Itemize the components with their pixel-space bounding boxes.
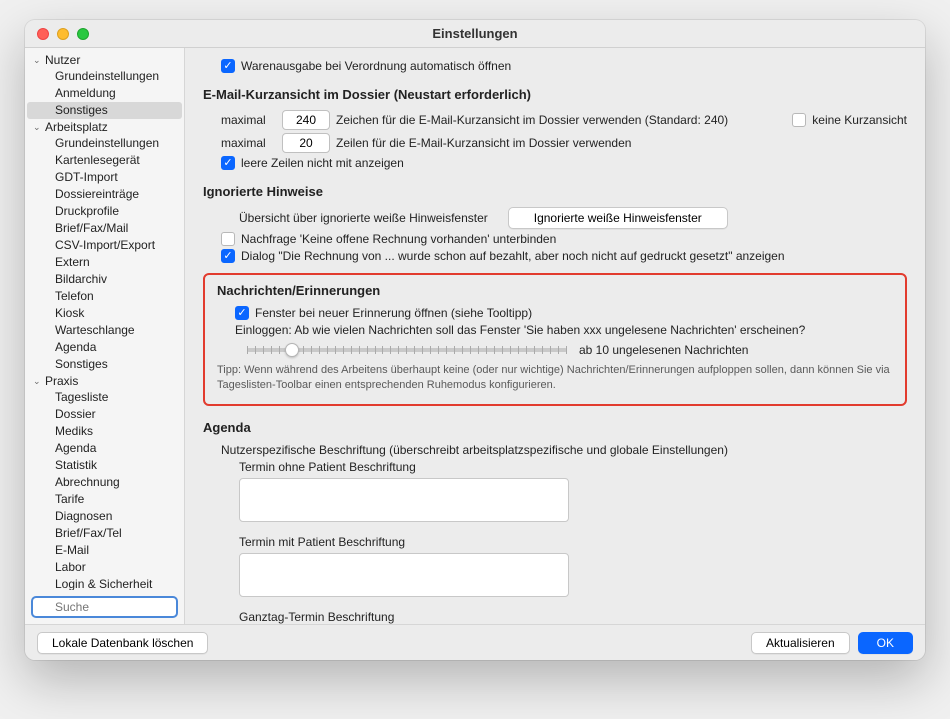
- label-warenausgabe: Warenausgabe bei Verordnung automatisch …: [241, 59, 511, 73]
- checkbox-no-shortview[interactable]: [792, 113, 806, 127]
- label-maximal: maximal: [221, 113, 276, 127]
- button-update[interactable]: Aktualisieren: [751, 632, 850, 654]
- label-ganztag: Ganztag-Termin Beschriftung: [239, 610, 907, 624]
- label-no-shortview: keine Kurzansicht: [812, 113, 907, 127]
- label-slider-value: ab 10 ungelesenen Nachrichten: [579, 343, 748, 357]
- button-delete-local-db[interactable]: Lokale Datenbank löschen: [37, 632, 208, 654]
- sidebar-item[interactable]: Labor: [27, 559, 182, 576]
- button-ignored-windows[interactable]: Ignorierte weiße Hinweisfenster: [508, 207, 728, 229]
- chevron-down-icon: ⌄: [33, 122, 43, 133]
- sidebar-item[interactable]: Dossiereinträge: [27, 186, 182, 203]
- label-maximal2: maximal: [221, 136, 276, 150]
- checkbox-fenster-neu[interactable]: [235, 306, 249, 320]
- sidebar-item[interactable]: Brief/Fax/Tel: [27, 525, 182, 542]
- button-ok[interactable]: OK: [858, 632, 913, 654]
- sidebar-item[interactable]: Grundeinstellungen: [27, 68, 182, 85]
- sidebar-group-label: Nutzer: [45, 53, 80, 67]
- content-pane: Warenausgabe bei Verordnung automatisch …: [185, 48, 925, 624]
- label-fenster-neu: Fenster bei neuer Erinnerung öffnen (sie…: [255, 306, 532, 320]
- hint-ruhemodus: Tipp: Wenn während des Arbeitens überhau…: [217, 363, 893, 394]
- section-nachrichten: Nachrichten/Erinnerungen: [217, 283, 893, 298]
- label-empty-lines: leere Zeilen nicht mit anzeigen: [241, 156, 404, 170]
- sidebar-item[interactable]: Druckprofile: [27, 203, 182, 220]
- sidebar-group-nutzer[interactable]: ⌄ Nutzer: [25, 52, 184, 68]
- checkbox-nachfrage[interactable]: [221, 232, 235, 246]
- zoom-icon[interactable]: [77, 28, 89, 40]
- search-input[interactable]: [31, 596, 178, 618]
- sidebar-group-label: Arbeitsplatz: [45, 120, 108, 134]
- footer: Lokale Datenbank löschen Aktualisieren O…: [25, 624, 925, 660]
- sidebar-item[interactable]: Brief/Fax/Mail: [27, 220, 182, 237]
- sidebar-item[interactable]: Login & Sicherheit: [27, 576, 182, 590]
- close-icon[interactable]: [37, 28, 49, 40]
- sidebar-item[interactable]: Sonstiges: [27, 356, 182, 373]
- sidebar-item[interactable]: Statistik: [27, 457, 182, 474]
- section-email: E-Mail-Kurzansicht im Dossier (Neustart …: [203, 87, 907, 102]
- sidebar-item[interactable]: Abrechnung: [27, 474, 182, 491]
- sidebar: ⌄ Nutzer Grundeinstellungen Anmeldung So…: [25, 48, 185, 624]
- label-agenda-desc: Nutzerspezifische Beschriftung (überschr…: [221, 443, 728, 457]
- preferences-window: Einstellungen ⌄ Nutzer Grundeinstellunge…: [25, 20, 925, 660]
- window-controls: [37, 28, 89, 40]
- titlebar: Einstellungen: [25, 20, 925, 48]
- slider-unread-threshold[interactable]: [247, 348, 567, 352]
- checkbox-empty-lines[interactable]: [221, 156, 235, 170]
- slider-thumb[interactable]: [285, 343, 299, 357]
- textarea-termin-ohne[interactable]: [239, 478, 569, 522]
- sidebar-item[interactable]: E-Mail: [27, 542, 182, 559]
- sidebar-item[interactable]: Warteschlange: [27, 322, 182, 339]
- sidebar-item[interactable]: Kiosk: [27, 305, 182, 322]
- sidebar-item[interactable]: Agenda: [27, 440, 182, 457]
- chevron-down-icon: ⌄: [33, 55, 43, 66]
- label-ignored-overview: Übersicht über ignorierte weiße Hinweisf…: [239, 211, 488, 225]
- sidebar-item[interactable]: Mediks: [27, 423, 182, 440]
- input-email-chars[interactable]: [282, 110, 330, 130]
- sidebar-item[interactable]: Dossier: [27, 406, 182, 423]
- sidebar-group-praxis[interactable]: ⌄ Praxis: [25, 373, 184, 389]
- chevron-down-icon: ⌄: [33, 376, 43, 387]
- checkbox-dialog-rechnung[interactable]: [221, 249, 235, 263]
- sidebar-item[interactable]: GDT-Import: [27, 169, 182, 186]
- sidebar-group-label: Praxis: [45, 374, 78, 388]
- window-title: Einstellungen: [35, 26, 915, 41]
- sidebar-item[interactable]: Grundeinstellungen: [27, 135, 182, 152]
- sidebar-item[interactable]: CSV-Import/Export: [27, 237, 182, 254]
- sidebar-tree: ⌄ Nutzer Grundeinstellungen Anmeldung So…: [25, 48, 184, 590]
- checkbox-warenausgabe[interactable]: [221, 59, 235, 73]
- sidebar-item[interactable]: Anmeldung: [27, 85, 182, 102]
- sidebar-item[interactable]: Extern: [27, 254, 182, 271]
- sidebar-item[interactable]: Diagnosen: [27, 508, 182, 525]
- label-chars-suffix: Zeichen für die E-Mail-Kurzansicht im Do…: [336, 113, 728, 127]
- label-termin-ohne: Termin ohne Patient Beschriftung: [239, 460, 907, 474]
- sidebar-item[interactable]: Kartenlesegerät: [27, 152, 182, 169]
- section-agenda: Agenda: [203, 420, 907, 435]
- label-termin-mit: Termin mit Patient Beschriftung: [239, 535, 907, 549]
- sidebar-item[interactable]: Tagesliste: [27, 389, 182, 406]
- sidebar-item[interactable]: Agenda: [27, 339, 182, 356]
- sidebar-item[interactable]: Telefon: [27, 288, 182, 305]
- section-ignored: Ignorierte Hinweise: [203, 184, 907, 199]
- highlighted-section-nachrichten: Nachrichten/Erinnerungen Fenster bei neu…: [203, 273, 907, 406]
- minimize-icon[interactable]: [57, 28, 69, 40]
- sidebar-item[interactable]: Tarife: [27, 491, 182, 508]
- sidebar-item-sonstiges[interactable]: Sonstiges: [27, 102, 182, 119]
- input-email-lines[interactable]: [282, 133, 330, 153]
- label-dialog-rechnung: Dialog "Die Rechnung von ... wurde schon…: [241, 249, 785, 263]
- sidebar-item[interactable]: Bildarchiv: [27, 271, 182, 288]
- textarea-termin-mit[interactable]: [239, 553, 569, 597]
- sidebar-group-arbeitsplatz[interactable]: ⌄ Arbeitsplatz: [25, 119, 184, 135]
- label-einloggen: Einloggen: Ab wie vielen Nachrichten sol…: [235, 323, 805, 337]
- label-lines-suffix: Zeilen für die E-Mail-Kurzansicht im Dos…: [336, 136, 631, 150]
- label-nachfrage: Nachfrage 'Keine offene Rechnung vorhand…: [241, 232, 556, 246]
